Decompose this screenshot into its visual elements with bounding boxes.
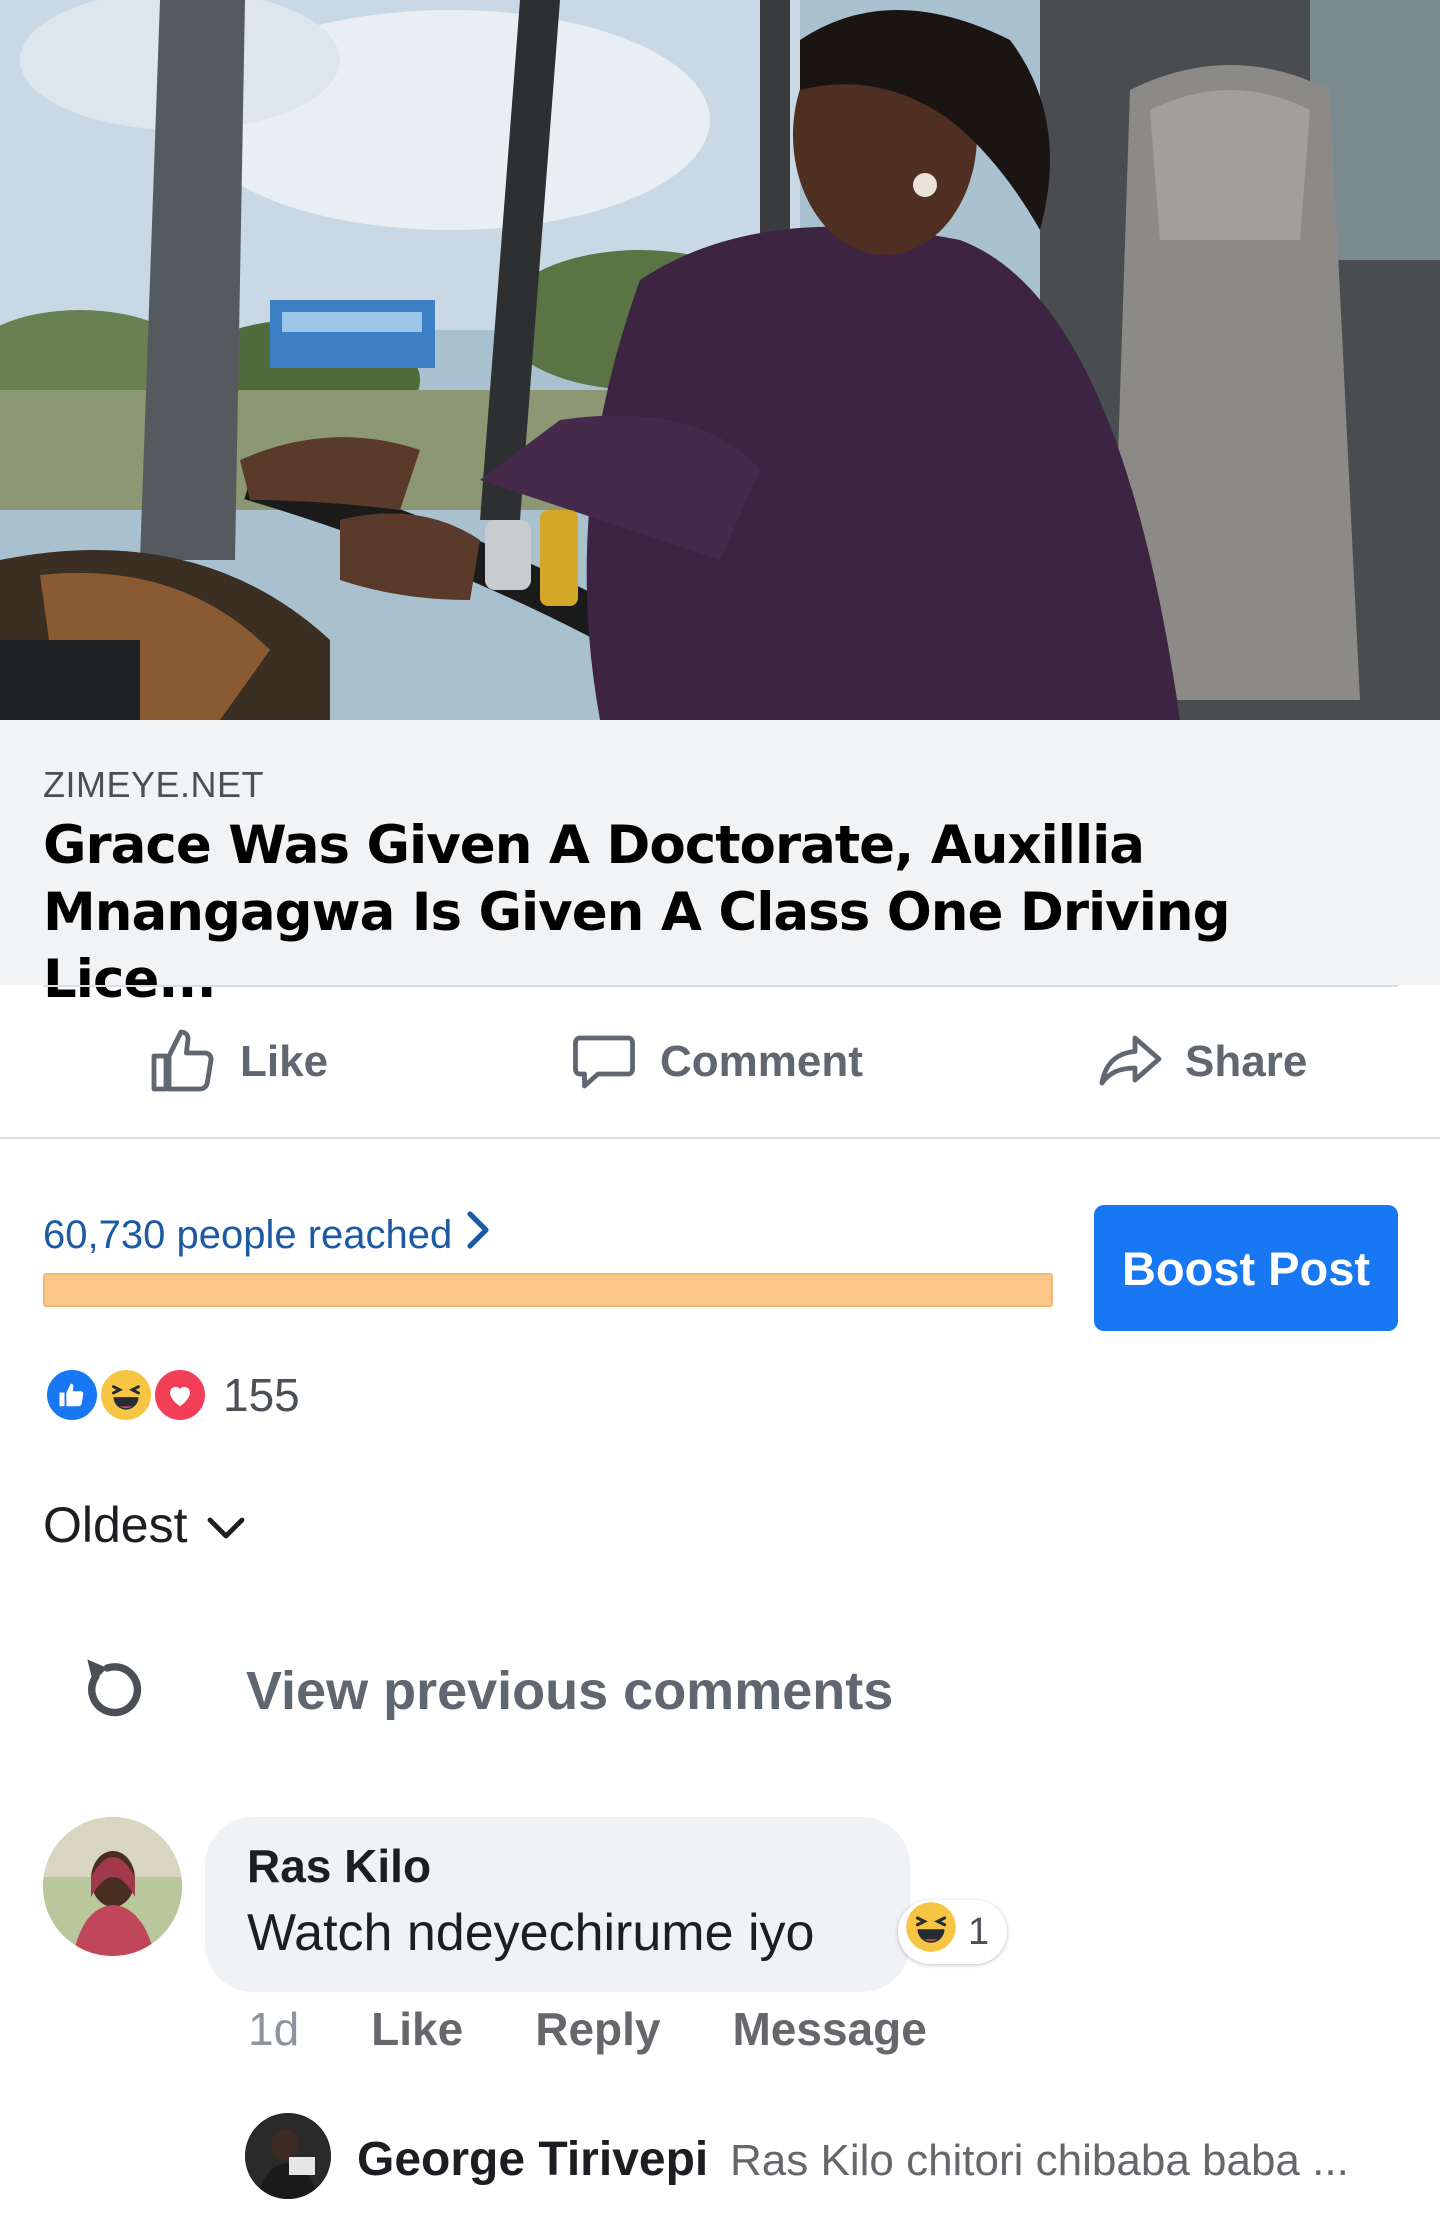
thumbs-up-icon <box>148 1026 220 1098</box>
comment-reaction-count: 1 <box>968 1910 990 1953</box>
chevron-down-icon <box>206 1496 246 1554</box>
haha-icon <box>97 1366 155 1424</box>
reactions-summary[interactable]: 155 <box>43 1366 300 1424</box>
avatar[interactable] <box>43 1817 182 1956</box>
share-label: Share <box>1185 1037 1308 1086</box>
comment-text: Watch ndeyechirume iyo <box>247 1904 815 1962</box>
link-title[interactable]: Grace Was Given A Doctorate, Auxillia Mn… <box>43 812 1403 1013</box>
avatar[interactable] <box>245 2113 331 2199</box>
reach-progress-bar <box>43 1273 1053 1307</box>
comment-bubble-icon <box>568 1026 640 1098</box>
comment-reaction-badge[interactable]: 1 <box>898 1900 1008 1964</box>
link-domain: ZIMEYE.NET <box>43 764 265 805</box>
like-button[interactable]: Like <box>148 987 328 1137</box>
comment-timestamp: 1d <box>248 2003 300 2055</box>
reactions-count: 155 <box>223 1369 300 1421</box>
comment-bubble[interactable]: Ras Kilo Watch ndeyechirume iyo <box>205 1817 910 1992</box>
refresh-icon <box>78 1648 148 1733</box>
sort-label: Oldest <box>43 1497 188 1553</box>
share-button[interactable]: Share <box>1093 987 1307 1137</box>
comment-like-button[interactable]: Like <box>371 2002 463 2056</box>
comment-author[interactable]: Ras Kilo <box>247 1839 431 1893</box>
comment-message-button[interactable]: Message <box>732 2002 926 2056</box>
comment-reply-button[interactable]: Reply <box>535 2002 660 2056</box>
reply-author[interactable]: George Tirivepi <box>357 2132 708 2187</box>
reply-text[interactable]: Ras Kilo chitori chibaba baba ... <box>730 2136 1370 2186</box>
haha-icon <box>904 1900 958 1964</box>
comment-sort-dropdown[interactable]: Oldest <box>43 1496 246 1554</box>
love-icon <box>151 1366 209 1424</box>
boost-post-button[interactable]: Boost Post <box>1094 1205 1398 1331</box>
like-label: Like <box>240 1037 329 1086</box>
like-icon <box>43 1366 101 1424</box>
people-reached-text: 60,730 people reached <box>43 1212 453 1257</box>
view-previous-comments[interactable]: View previous comments <box>78 1648 893 1733</box>
post-image[interactable] <box>0 0 1440 720</box>
view-previous-comments-label: View previous comments <box>246 1661 894 1721</box>
comment-label: Comment <box>660 1037 863 1086</box>
comment-button[interactable]: Comment <box>568 987 863 1137</box>
action-bar: Like Comment Share <box>0 987 1440 1139</box>
share-arrow-icon <box>1093 1026 1165 1098</box>
people-reached-link[interactable]: 60,730 people reached <box>43 1210 492 1260</box>
link-preview[interactable]: ZIMEYE.NET Grace Was Given A Doctorate, … <box>0 720 1440 1010</box>
comment-actions: 1d Like Reply Message <box>248 2002 927 2056</box>
chevron-right-icon <box>466 1210 492 1260</box>
